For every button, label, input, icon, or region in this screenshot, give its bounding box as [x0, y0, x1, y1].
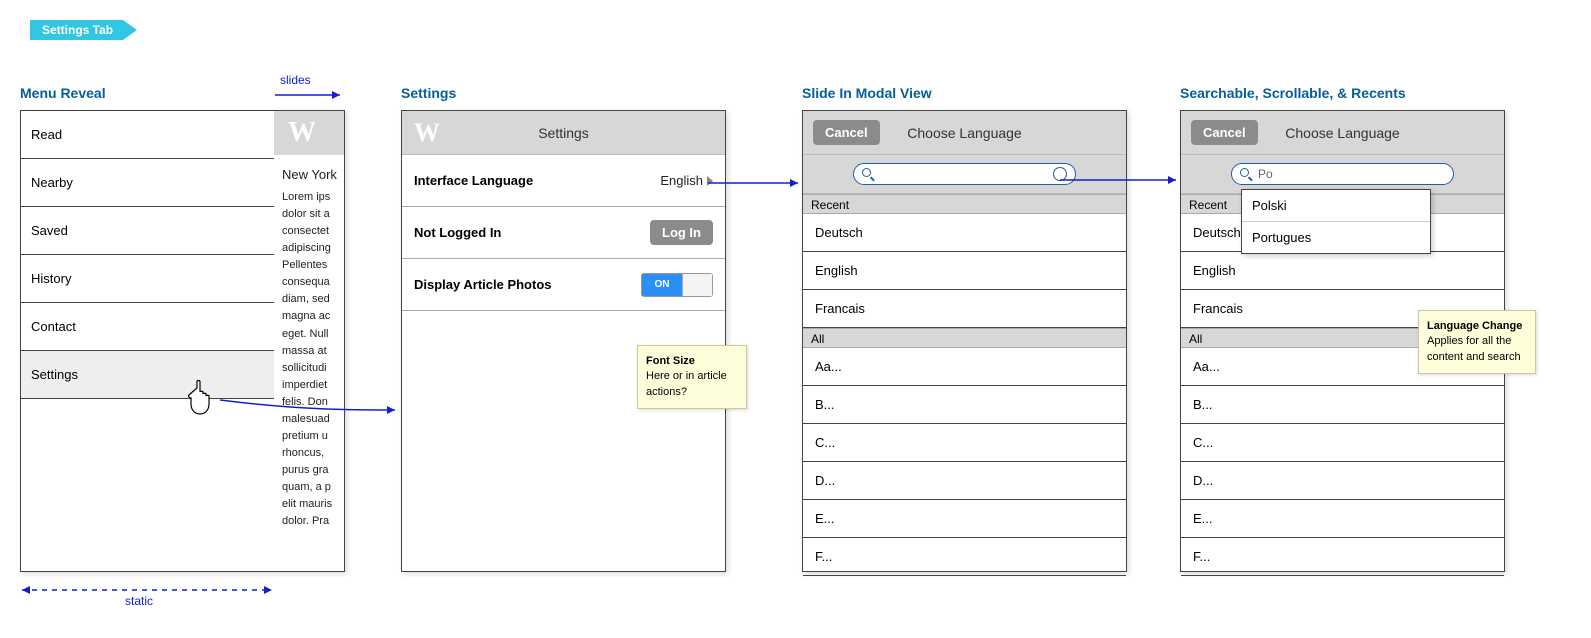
suggestion-item[interactable]: Portugues: [1242, 222, 1430, 253]
annot-static: static: [125, 594, 153, 608]
search-suggestions: Polski Portugues: [1241, 189, 1431, 254]
suggestion-item[interactable]: Polski: [1242, 190, 1430, 222]
flow-arrows: slides static: [0, 0, 1591, 638]
annot-slides: slides: [280, 73, 311, 87]
